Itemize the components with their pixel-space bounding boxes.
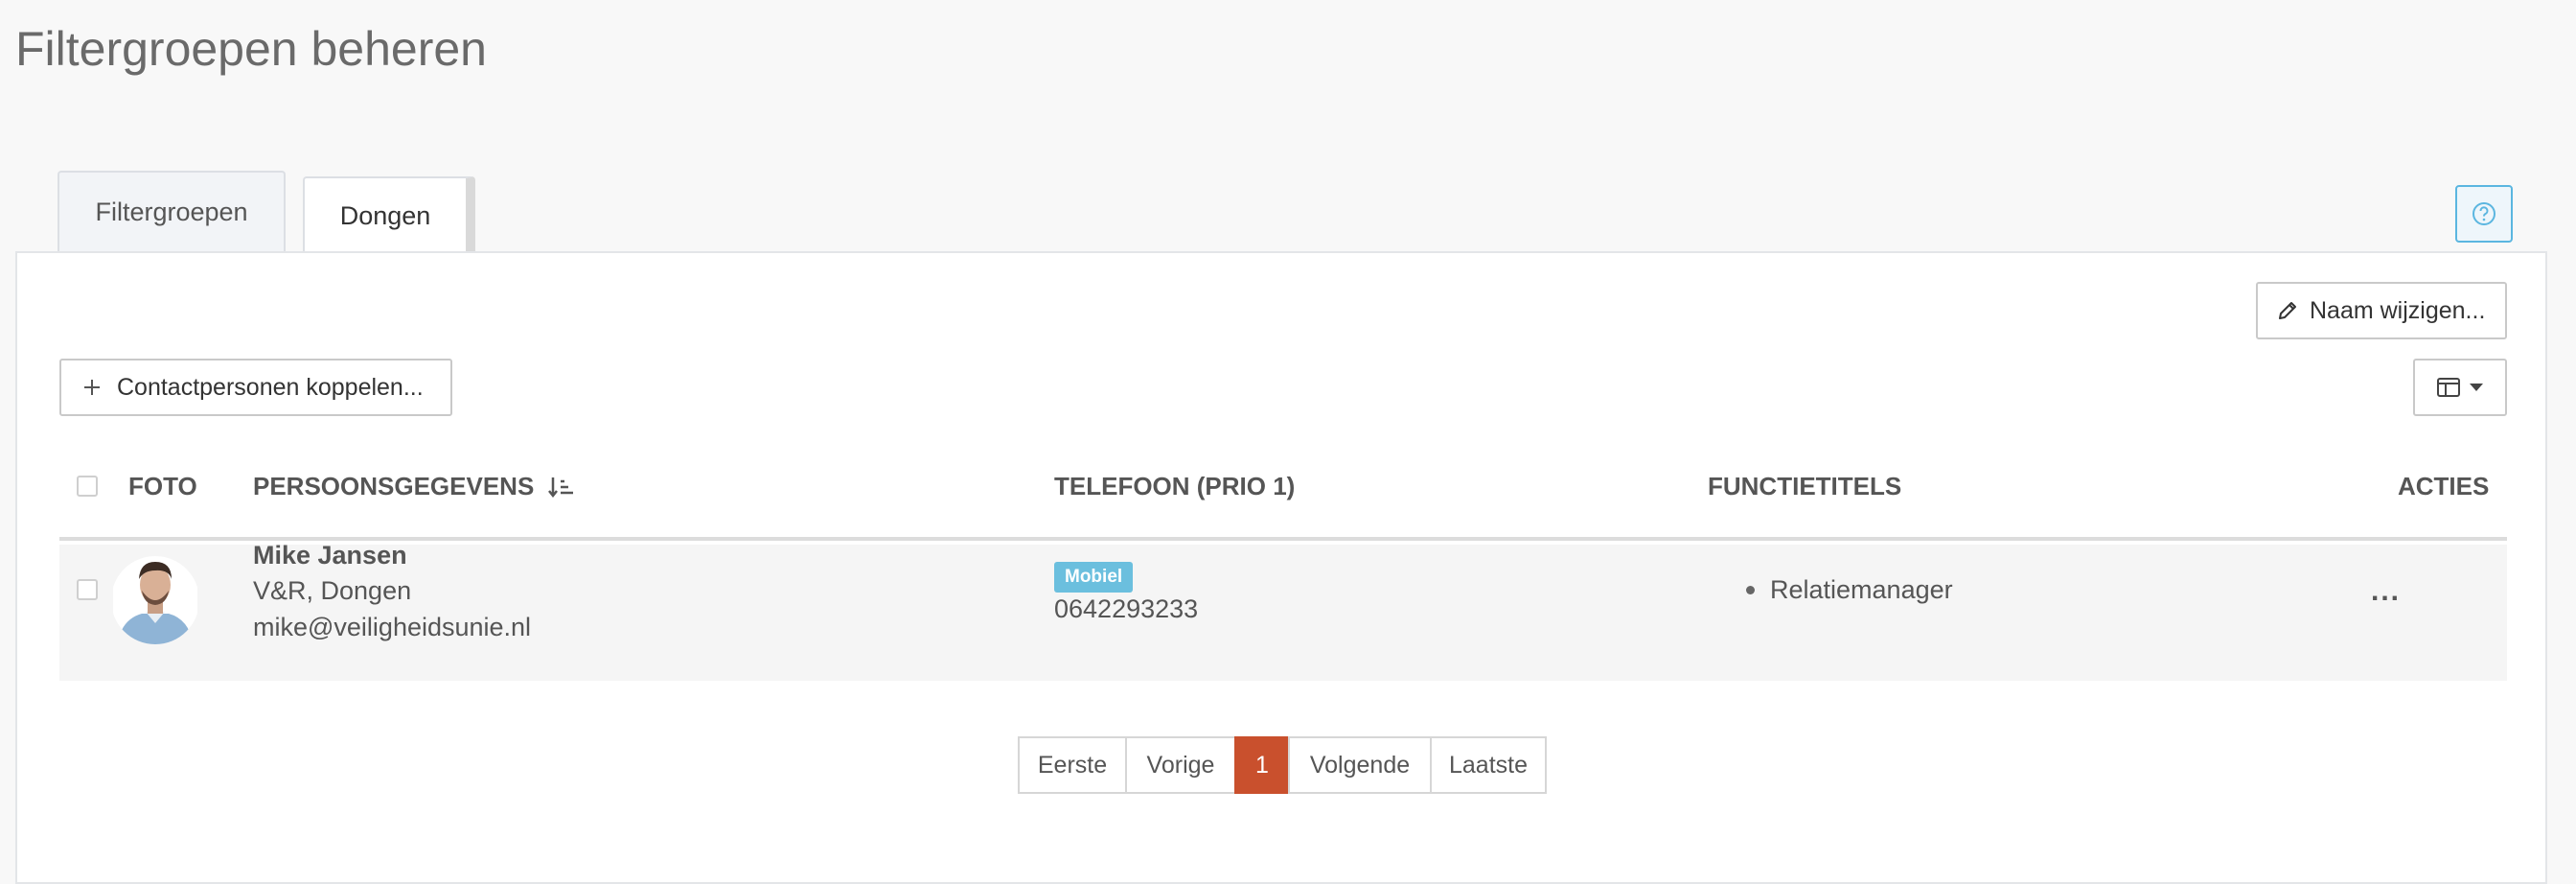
page-prev-button[interactable]: Vorige: [1125, 736, 1236, 794]
caret-down-icon: [2470, 384, 2483, 391]
bullet-icon: [1746, 586, 1755, 594]
column-header-person-label: PERSOONSGEGEVENS: [253, 472, 535, 500]
avatar: [113, 550, 197, 646]
page-current[interactable]: 1: [1234, 736, 1290, 794]
tab-filtergroepen[interactable]: Filtergroepen: [58, 171, 286, 251]
tab-label: Filtergroepen: [95, 197, 248, 226]
more-icon: ...: [2371, 575, 2402, 607]
more-actions-button[interactable]: ...: [2371, 575, 2401, 608]
link-contacts-label: Contactpersonen koppelen...: [117, 373, 424, 401]
avatar-photo: [113, 556, 197, 644]
pencil-icon: [2279, 302, 2296, 319]
phone-type-badge: Mobiel: [1054, 562, 1134, 593]
page-next-button[interactable]: Volgende: [1288, 736, 1432, 794]
page-first-button[interactable]: Eerste: [1018, 736, 1127, 794]
row-checkbox[interactable]: [77, 579, 98, 600]
person-name[interactable]: Mike Jansen: [253, 541, 407, 570]
person-organization: V&R, Dongen: [253, 576, 412, 605]
content-panel: Naam wijzigen... Contactpersonen koppele…: [15, 251, 2547, 884]
tab-label: Dongen: [339, 200, 431, 230]
person-email[interactable]: mike@veiligheidsunie.nl: [253, 613, 531, 642]
pagination: Eerste Vorige 1 Volgende Laatste: [1018, 736, 1547, 794]
help-button[interactable]: [2455, 185, 2513, 243]
page-last-button[interactable]: Laatste: [1430, 736, 1547, 794]
column-chooser-button[interactable]: [2413, 359, 2507, 416]
select-all-checkbox[interactable]: [77, 476, 98, 497]
column-header-person[interactable]: PERSOONSGEGEVENS: [253, 472, 576, 501]
page-title: Filtergroepen beheren: [15, 22, 487, 76]
column-header-functions: FUNCTIETITELS: [1708, 472, 1902, 500]
column-header-phone: TELEFOON (PRIO 1): [1054, 472, 1296, 500]
plus-icon: [84, 380, 100, 395]
phone-number: 0642293233: [1054, 594, 1199, 623]
tab-dongen[interactable]: Dongen: [303, 176, 475, 253]
sort-ascending-icon: [548, 477, 574, 498]
rename-button[interactable]: Naam wijzigen...: [2256, 282, 2507, 339]
column-header-photo: FOTO: [128, 472, 197, 500]
link-contacts-button[interactable]: Contactpersonen koppelen...: [59, 359, 452, 416]
rename-label: Naam wijzigen...: [2310, 296, 2486, 324]
help-icon: [2472, 202, 2496, 225]
column-header-actions: ACTIES: [2398, 472, 2490, 500]
columns-icon: [2437, 378, 2460, 397]
function-title: Relatiemanager: [1770, 575, 1953, 604]
function-list-item: Relatiemanager: [1746, 575, 1953, 605]
